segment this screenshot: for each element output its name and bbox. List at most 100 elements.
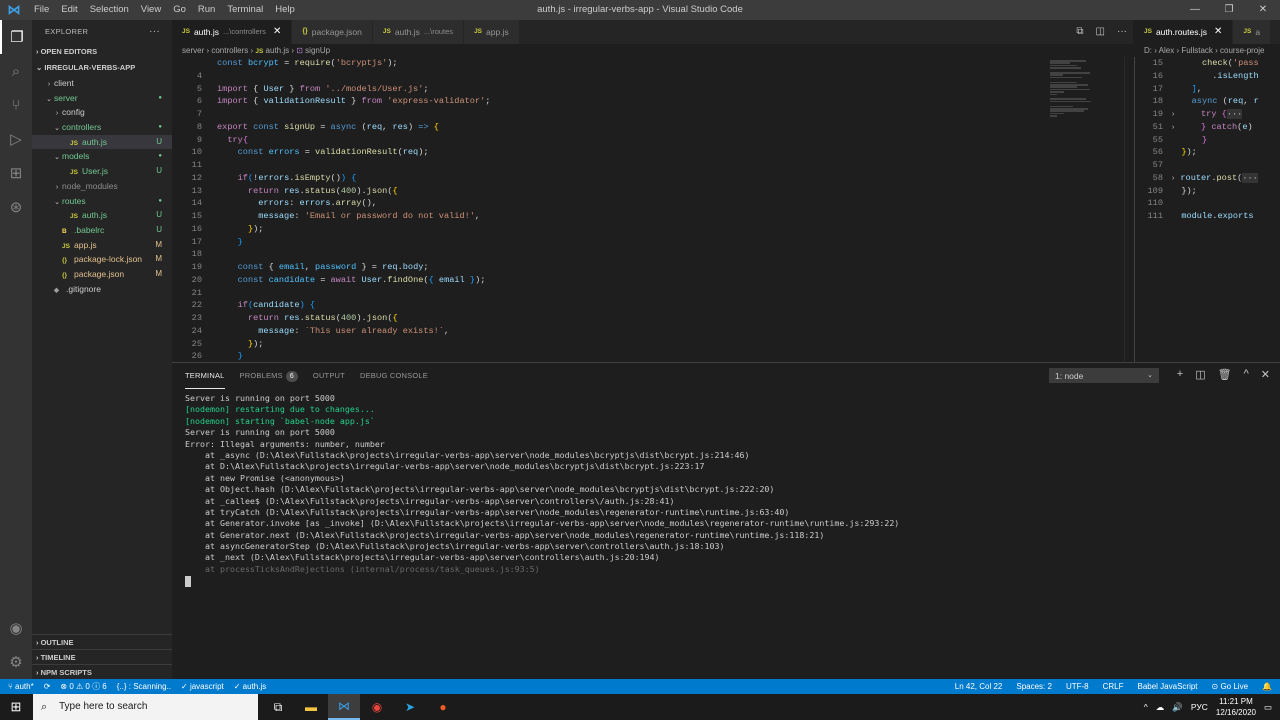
- panel-tab-output[interactable]: OUTPUT: [313, 363, 345, 389]
- tree-item-models[interactable]: ⌄ models ●: [32, 149, 172, 164]
- clock[interactable]: 11:21 PM 12/16/2020: [1216, 696, 1256, 718]
- menu-terminal[interactable]: Terminal: [221, 0, 269, 20]
- chrome-icon[interactable]: ◉: [361, 694, 393, 720]
- breadcrumb-server[interactable]: server: [182, 46, 204, 55]
- status-left-item-1[interactable]: ⟳: [44, 679, 51, 694]
- volume-icon[interactable]: 🔊: [1172, 702, 1183, 713]
- project-section[interactable]: ⌄ IRREGULAR-VERBS-APP: [32, 60, 172, 76]
- restore-button[interactable]: ❐: [1212, 0, 1246, 20]
- status-right-item-5[interactable]: ⊙ Go Live: [1212, 679, 1249, 694]
- panel-tab-terminal[interactable]: TERMINAL: [185, 363, 225, 389]
- npm-scripts-section[interactable]: › NPM SCRIPTS: [32, 664, 172, 679]
- status-right-item-4[interactable]: Babel JavaScript: [1138, 679, 1198, 694]
- minimap[interactable]: [1042, 57, 1122, 362]
- tab-a[interactable]: JS a: [1233, 20, 1272, 44]
- tree-item-node-modules[interactable]: › node_modules: [32, 179, 172, 194]
- open-changes-icon[interactable]: ⧉: [1076, 20, 1083, 44]
- breadcrumb-symbol[interactable]: signUp: [305, 46, 330, 55]
- run-debug-icon[interactable]: ▷: [0, 122, 32, 156]
- tree-item-config[interactable]: › config: [32, 105, 172, 120]
- status-left-item-5[interactable]: ✓ auth.js: [234, 679, 267, 694]
- editor-scrollbar[interactable]: [1124, 57, 1133, 362]
- panel-tab-problems[interactable]: PROBLEMS 6: [240, 363, 298, 389]
- onedrive-icon[interactable]: ☁: [1156, 702, 1165, 713]
- close-panel-icon[interactable]: ✕: [1261, 368, 1270, 381]
- tree-item--babelrc[interactable]: B .babelrc U: [32, 223, 172, 238]
- settings-gear-icon[interactable]: ⚙: [0, 645, 32, 679]
- language-indicator[interactable]: РУС: [1191, 702, 1208, 712]
- menu-file[interactable]: File: [28, 0, 55, 20]
- breadcrumb-controllers[interactable]: controllers: [211, 46, 248, 55]
- code-editor[interactable]: const bcrypt = require('bcryptjs'); 4 5 imp…: [172, 57, 1042, 362]
- tab-auth-js[interactable]: JS auth.js ...\routes: [372, 20, 465, 44]
- outline-section[interactable]: › OUTLINE: [32, 634, 172, 649]
- terminal-output[interactable]: Server is running on port 5000 [nodemon] …: [185, 393, 1275, 575]
- status-right-item-3[interactable]: CRLF: [1103, 679, 1124, 694]
- timeline-section[interactable]: › TIMELINE: [32, 649, 172, 664]
- tab-package-json[interactable]: {} package.json: [292, 20, 373, 44]
- minimize-button[interactable]: —: [1178, 0, 1212, 20]
- tree-item-user-js[interactable]: JS User.js U: [32, 164, 172, 179]
- status-left-item-4[interactable]: ✓ javascript: [181, 679, 224, 694]
- close-tab-icon[interactable]: ✕: [273, 20, 281, 44]
- menu-edit[interactable]: Edit: [55, 0, 83, 20]
- tree-item-client[interactable]: › client: [32, 76, 172, 91]
- telegram-icon[interactable]: ➤: [394, 694, 426, 720]
- second-breadcrumb[interactable]: D: › Alex › Fullstack › course-proje: [1134, 44, 1280, 57]
- notifications-icon[interactable]: ▭: [1264, 702, 1272, 713]
- split-editor-icon[interactable]: ◫: [1096, 20, 1105, 44]
- more-actions-icon[interactable]: ···: [1117, 20, 1127, 44]
- panel-tab-debug-console[interactable]: DEBUG CONSOLE: [360, 363, 428, 389]
- extensions-icon[interactable]: ⊞: [0, 156, 32, 190]
- tree-item-package-json[interactable]: {} package.json M: [32, 267, 172, 282]
- task-view-icon[interactable]: ⧉: [262, 694, 294, 720]
- open-editors-section[interactable]: › OPEN EDITORS: [32, 44, 172, 60]
- postman-icon[interactable]: ●: [427, 694, 459, 720]
- explorer-more-button[interactable]: ···: [149, 20, 160, 44]
- tab-auth-js[interactable]: JS auth.js ...\controllers ✕: [172, 20, 293, 44]
- tree-item-controllers[interactable]: ⌄ controllers ●: [32, 120, 172, 135]
- search-icon[interactable]: ⌕: [0, 54, 32, 88]
- menu-go[interactable]: Go: [167, 0, 192, 20]
- breadcrumb-file[interactable]: auth.js: [266, 46, 290, 55]
- explorer-icon[interactable]: ❐: [0, 20, 32, 54]
- minimap-line: [1050, 105, 1074, 108]
- windows-start-icon[interactable]: ⊞: [0, 694, 32, 720]
- status-right-item-0[interactable]: Ln 42, Col 22: [955, 679, 1003, 694]
- status-right-item-2[interactable]: UTF-8: [1066, 679, 1089, 694]
- account-icon[interactable]: ◉: [0, 611, 32, 645]
- trash-icon[interactable]: 🗑: [1218, 368, 1232, 381]
- tree-item-auth-js[interactable]: JS auth.js U: [32, 208, 172, 223]
- tab-app-js[interactable]: JS app.js: [464, 20, 520, 44]
- taskbar-search-box[interactable]: ⌕ Type here to search: [33, 694, 258, 720]
- tree-item-server[interactable]: ⌄ server ●: [32, 91, 172, 106]
- menu-run[interactable]: Run: [192, 0, 221, 20]
- file-explorer-icon[interactable]: ▬: [295, 694, 327, 720]
- close-window-button[interactable]: ✕: [1246, 0, 1280, 20]
- menu-help[interactable]: Help: [269, 0, 301, 20]
- close-tab-icon[interactable]: ✕: [1214, 20, 1222, 44]
- status-left-item-3[interactable]: {..} : Scanning..: [117, 679, 171, 694]
- tree-item-package-lock-json[interactable]: {} package-lock.json M: [32, 252, 172, 267]
- tab-auth-routes-js[interactable]: JS auth.routes.js ✕: [1134, 20, 1234, 44]
- status-right-item-1[interactable]: Spaces: 2: [1016, 679, 1052, 694]
- status-left-item-2[interactable]: ⊗ 0 ⚠ 0 ⓘ 6: [60, 679, 106, 694]
- menu-selection[interactable]: Selection: [84, 0, 135, 20]
- new-terminal-icon[interactable]: +: [1177, 368, 1183, 381]
- maximize-panel-icon[interactable]: ^: [1244, 368, 1249, 381]
- second-code-editor[interactable]: 15 check('pass 16 .isLength 17 ], 18 async …: [1134, 57, 1280, 362]
- source-control-icon[interactable]: ⑂: [0, 88, 32, 122]
- tree-item--gitignore[interactable]: ◆ .gitignore: [32, 282, 172, 297]
- remote-icon[interactable]: ⊛: [0, 190, 32, 224]
- vscode-icon[interactable]: ⋈: [328, 694, 360, 720]
- status-left-item-0[interactable]: ⑂ auth*: [8, 679, 34, 694]
- code-line: 7: [172, 108, 1042, 121]
- tree-item-routes[interactable]: ⌄ routes ●: [32, 194, 172, 209]
- terminal-select[interactable]: 1: node ⌄: [1049, 368, 1159, 383]
- tree-item-app-js[interactable]: JS app.js M: [32, 238, 172, 253]
- menu-view[interactable]: View: [135, 0, 167, 20]
- split-terminal-icon[interactable]: ◫: [1195, 368, 1205, 381]
- tray-expand-icon[interactable]: ^: [1144, 702, 1148, 712]
- status-right-item-6[interactable]: 🔔: [1262, 679, 1272, 694]
- tree-item-auth-js[interactable]: JS auth.js U: [32, 134, 172, 150]
